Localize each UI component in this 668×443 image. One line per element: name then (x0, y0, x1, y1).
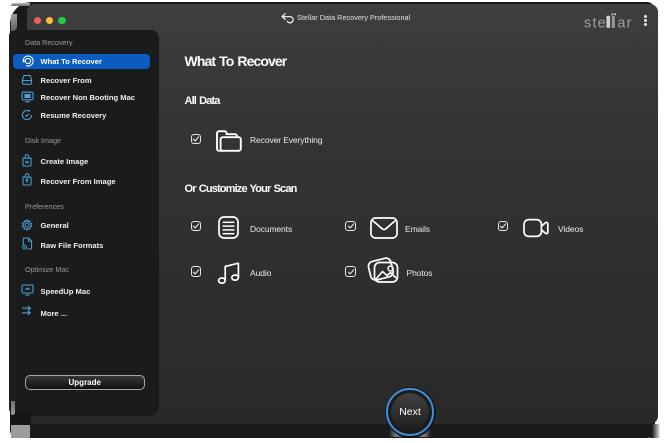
svg-text:ste: ste (584, 15, 607, 31)
svg-text:ar: ar (617, 15, 632, 31)
